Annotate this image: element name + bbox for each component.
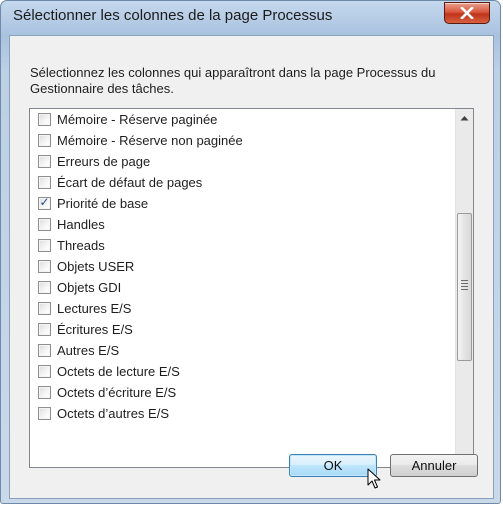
columns-list: Mémoire - Réserve paginée Mémoire - Réser… [30, 109, 454, 424]
column-option-item[interactable]: Autres E/S [30, 340, 454, 361]
column-option-item[interactable]: Écritures E/S [30, 319, 454, 340]
column-option-item[interactable]: Mémoire - Réserve paginée [30, 109, 454, 130]
column-checkbox[interactable] [38, 239, 51, 252]
close-icon [460, 7, 474, 19]
column-checkbox[interactable] [38, 365, 51, 378]
column-option-item[interactable]: Handles [30, 214, 454, 235]
dialog-description: Sélectionnez les colonnes qui apparaîtro… [30, 65, 436, 96]
column-option-label: Autres E/S [57, 343, 120, 358]
column-checkbox[interactable] [38, 323, 51, 336]
column-option-label: Objets GDI [57, 280, 122, 295]
column-checkbox[interactable] [38, 176, 51, 189]
column-option-item[interactable]: Threads [30, 235, 454, 256]
dialog-title: Sélectionner les colonnes de la page Pro… [13, 7, 333, 24]
column-option-item[interactable]: Mémoire - Réserve non paginée [30, 130, 454, 151]
column-checkbox[interactable] [38, 134, 51, 147]
column-option-label: Handles [57, 217, 105, 232]
columns-listbox[interactable]: Mémoire - Réserve paginée Mémoire - Réser… [29, 108, 474, 468]
scrollbar-thumb[interactable] [457, 213, 472, 361]
column-checkbox[interactable] [38, 386, 51, 399]
column-checkbox[interactable] [38, 407, 51, 420]
column-checkbox[interactable] [38, 218, 51, 231]
dialog-window: Sélectionner les colonnes de la page Pro… [0, 0, 501, 504]
column-option-item[interactable]: Lectures E/S [30, 298, 454, 319]
scrollbar-grip [461, 280, 468, 292]
column-option-item[interactable]: Objets GDI [30, 277, 454, 298]
column-option-label: Priorité de base [57, 196, 149, 211]
column-option-item[interactable]: Octets d’écriture E/S [30, 382, 454, 403]
scroll-up-arrow-icon[interactable] [456, 109, 473, 126]
column-checkbox[interactable] [38, 113, 51, 126]
column-option-label: Erreurs de page [57, 154, 151, 169]
column-checkbox[interactable] [38, 344, 51, 357]
column-option-label: Octets d’écriture E/S [57, 385, 177, 400]
column-checkbox[interactable] [38, 155, 51, 168]
column-option-label: Octets d’autres E/S [57, 406, 169, 421]
column-option-label: Threads [57, 238, 105, 253]
column-option-item[interactable]: Octets d’autres E/S [30, 403, 454, 424]
column-option-label: Mémoire - Réserve non paginée [57, 133, 243, 148]
close-button[interactable] [444, 2, 490, 24]
column-option-item[interactable]: Objets USER [30, 256, 454, 277]
mouse-pointer-icon [367, 468, 381, 490]
column-option-label: Objets USER [57, 259, 135, 274]
checkmark-icon: ✓ [39, 195, 50, 209]
column-option-item[interactable]: Octets de lecture E/S [30, 361, 454, 382]
column-option-label: Mémoire - Réserve paginée [57, 112, 218, 127]
column-option-item[interactable]: ✓ Priorité de base [30, 193, 454, 214]
column-option-label: Écritures E/S [57, 322, 133, 337]
column-option-item[interactable]: Écart de défaut de pages [30, 172, 454, 193]
column-option-label: Écart de défaut de pages [57, 175, 203, 190]
cancel-button[interactable]: Annuler [390, 454, 478, 477]
vertical-scrollbar[interactable] [455, 109, 473, 467]
column-checkbox[interactable] [38, 302, 51, 315]
column-option-item[interactable]: Erreurs de page [30, 151, 454, 172]
column-checkbox[interactable] [38, 260, 51, 273]
column-checkbox[interactable]: ✓ [38, 195, 51, 210]
column-option-label: Octets de lecture E/S [57, 364, 180, 379]
column-checkbox[interactable] [38, 281, 51, 294]
title-bar[interactable]: Sélectionner les colonnes de la page Pro… [1, 1, 500, 35]
ok-button[interactable]: OK [289, 454, 377, 477]
column-option-label: Lectures E/S [57, 301, 132, 316]
dialog-content: Sélectionnez les colonnes qui apparaîtro… [9, 35, 494, 499]
